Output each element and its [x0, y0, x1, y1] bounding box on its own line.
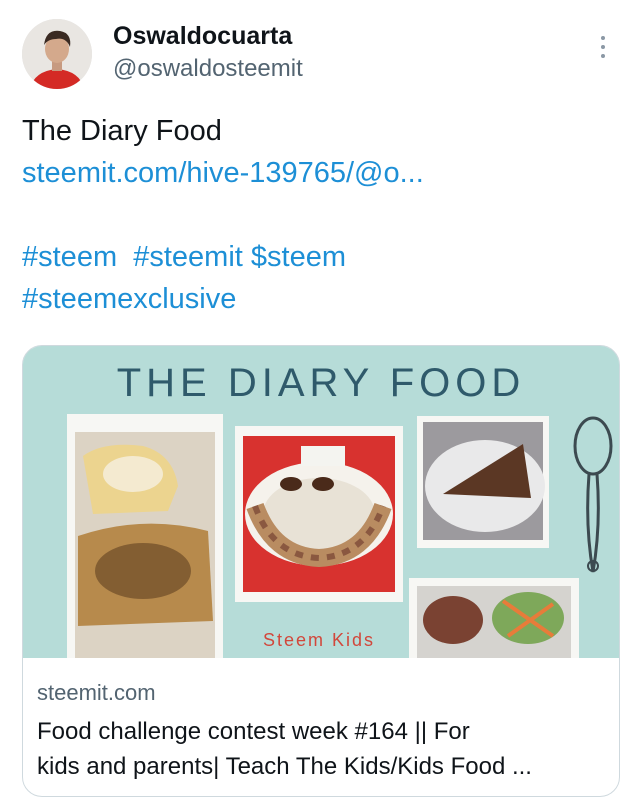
- cashtag-steem[interactable]: $steem: [251, 241, 346, 273]
- avatar[interactable]: [22, 19, 92, 89]
- link-preview-card[interactable]: THE DIARY FOOD Steem Kids steemit.com Fo…: [22, 345, 620, 797]
- tweet-title: The Diary Food: [22, 115, 222, 147]
- card-title-line-1: Food challenge contest week #164 || For: [37, 718, 470, 745]
- author-handle[interactable]: @oswaldosteemit: [113, 55, 303, 83]
- collage-heading: THE DIARY FOOD: [117, 361, 526, 405]
- card-title[interactable]: Food challenge contest week #164 || For …: [37, 714, 611, 784]
- hashtag-steemit[interactable]: #steemit: [133, 241, 243, 273]
- tweet-text: The Diary Food steemit.com/hive-139765/@…: [22, 110, 612, 320]
- food-collage: THE DIARY FOOD Steem Kids: [23, 346, 619, 658]
- collage-caption: Steem Kids: [263, 630, 375, 650]
- avatar-photo: [22, 19, 92, 89]
- card-domain: steemit.com: [37, 680, 156, 705]
- tweet-link[interactable]: steemit.com/hive-139765/@o...: [22, 152, 612, 194]
- hashtag-steem[interactable]: #steem: [22, 241, 117, 273]
- card-title-line-2: kids and parents| Teach The Kids/Kids Fo…: [37, 753, 532, 780]
- author-name[interactable]: Oswaldocuarta: [113, 22, 292, 51]
- hashtag-steemexclusive[interactable]: #steemexclusive: [22, 278, 612, 320]
- more-vertical-icon[interactable]: [596, 36, 610, 62]
- card-image[interactable]: THE DIARY FOOD Steem Kids: [23, 346, 619, 658]
